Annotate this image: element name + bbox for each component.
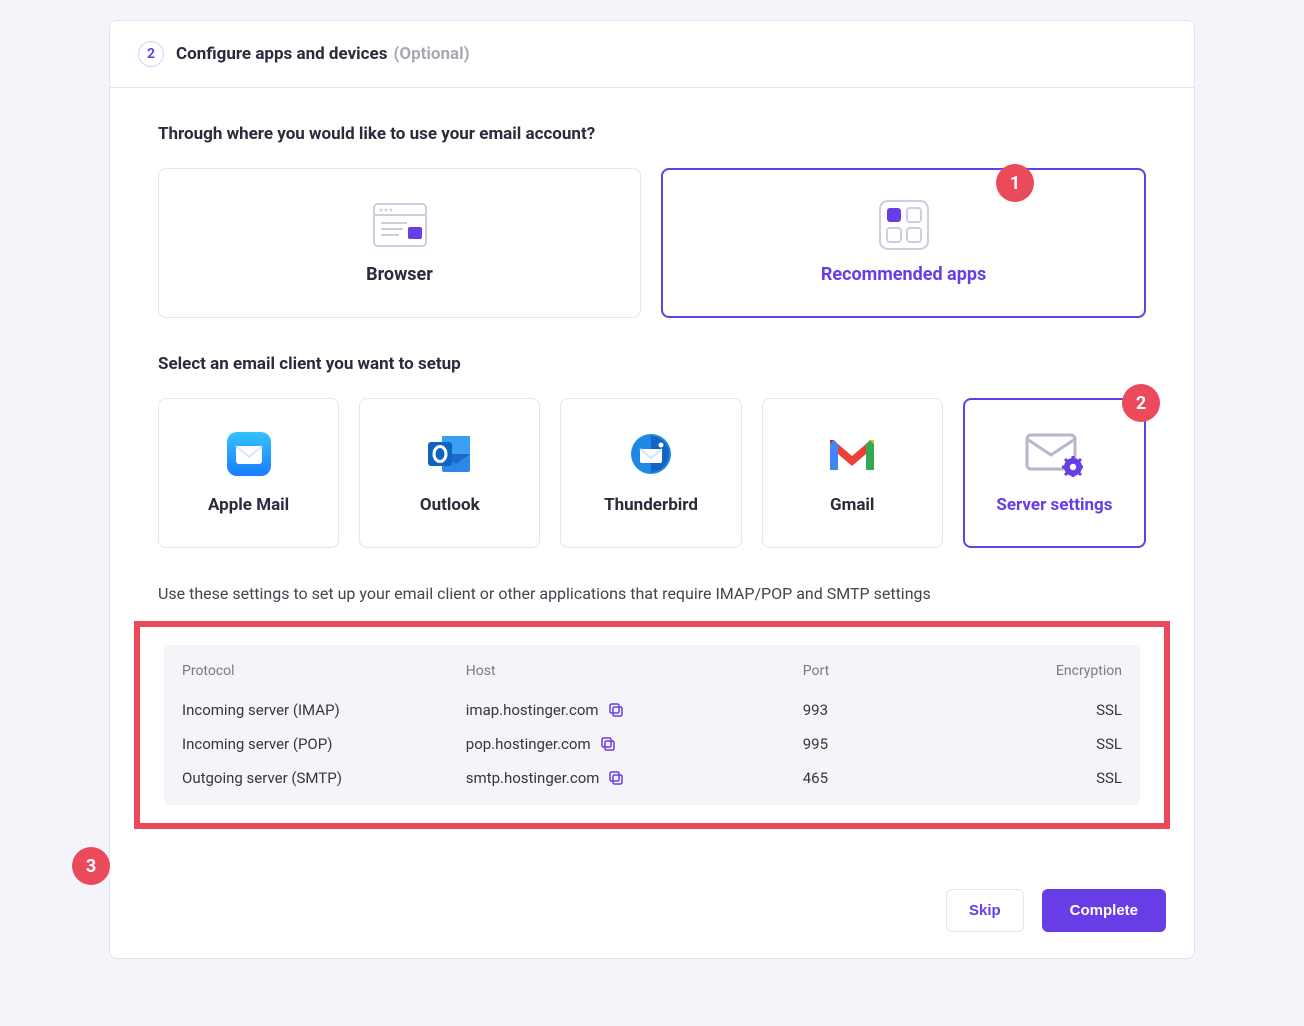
col-header-host: Host bbox=[466, 663, 803, 679]
client-choice-row: Apple Mail Outlook bbox=[158, 398, 1146, 548]
cell-protocol: Incoming server (POP) bbox=[182, 735, 466, 753]
usage-choice-row: Browser 1 Recommended apps bbox=[158, 168, 1146, 318]
cell-host: imap.hostinger.com bbox=[466, 701, 599, 719]
col-header-port: Port bbox=[803, 663, 945, 679]
choice-recommended-apps[interactable]: 1 Recommended apps bbox=[661, 168, 1146, 318]
client-apple-mail-label: Apple Mail bbox=[208, 495, 289, 515]
client-outlook[interactable]: Outlook bbox=[359, 398, 540, 548]
copy-host-button[interactable] bbox=[599, 735, 617, 753]
cell-port: 995 bbox=[803, 735, 945, 753]
col-header-protocol: Protocol bbox=[182, 663, 466, 679]
client-server-settings[interactable]: 2 bbox=[963, 398, 1146, 548]
copy-icon bbox=[599, 735, 617, 753]
usage-location-question: Through where you would like to use your… bbox=[158, 124, 1146, 144]
setup-step-card: 2 Configure apps and devices (Optional) … bbox=[109, 20, 1195, 959]
client-gmail-label: Gmail bbox=[830, 495, 874, 515]
choice-browser-label: Browser bbox=[366, 264, 433, 285]
cell-protocol: Incoming server (IMAP) bbox=[182, 701, 466, 719]
server-settings-table: Protocol Host Port Encryption Incoming s… bbox=[164, 645, 1140, 805]
cell-port: 465 bbox=[803, 769, 945, 787]
browser-window-icon bbox=[373, 202, 427, 248]
step-body: Through where you would like to use your… bbox=[110, 88, 1194, 857]
client-gmail[interactable]: Gmail bbox=[762, 398, 943, 548]
choice-browser[interactable]: Browser bbox=[158, 168, 641, 318]
client-outlook-label: Outlook bbox=[420, 495, 480, 515]
cell-encryption: SSL bbox=[945, 735, 1122, 753]
step-title: Configure apps and devices bbox=[176, 44, 387, 64]
step-optional-label: (Optional) bbox=[393, 44, 469, 64]
complete-button[interactable]: Complete bbox=[1042, 889, 1166, 932]
table-header-row: Protocol Host Port Encryption bbox=[182, 663, 1122, 679]
client-apple-mail[interactable]: Apple Mail bbox=[158, 398, 339, 548]
gmail-icon bbox=[826, 431, 878, 477]
client-select-question: Select an email client you want to setup bbox=[158, 354, 1146, 374]
table-row: Incoming server (IMAP) imap.hostinger.co… bbox=[182, 693, 1122, 727]
col-header-encryption: Encryption bbox=[945, 663, 1122, 679]
callout-badge-2: 2 bbox=[1122, 384, 1160, 422]
copy-host-button[interactable] bbox=[607, 701, 625, 719]
outlook-icon bbox=[426, 431, 474, 477]
choice-recommended-label: Recommended apps bbox=[821, 264, 986, 285]
step-footer: 3 Skip Complete bbox=[110, 867, 1194, 958]
thunderbird-icon bbox=[628, 431, 674, 477]
callout-badge-3: 3 bbox=[72, 847, 110, 885]
copy-icon bbox=[607, 769, 625, 787]
copy-host-button[interactable] bbox=[607, 769, 625, 787]
step-number-badge: 2 bbox=[138, 41, 164, 67]
table-row: Outgoing server (SMTP) smtp.hostinger.co… bbox=[182, 761, 1122, 795]
client-thunderbird-label: Thunderbird bbox=[604, 495, 698, 515]
cell-host: pop.hostinger.com bbox=[466, 735, 591, 753]
callout-badge-1: 1 bbox=[996, 164, 1034, 202]
step-header: 2 Configure apps and devices (Optional) bbox=[110, 21, 1194, 88]
server-settings-highlight: Protocol Host Port Encryption Incoming s… bbox=[134, 621, 1170, 829]
envelope-gear-icon bbox=[1025, 431, 1083, 477]
cell-encryption: SSL bbox=[945, 769, 1122, 787]
client-thunderbird[interactable]: Thunderbird bbox=[560, 398, 741, 548]
apple-mail-icon bbox=[227, 431, 271, 477]
settings-instructions: Use these settings to set up your email … bbox=[158, 584, 1146, 603]
client-server-settings-label: Server settings bbox=[996, 495, 1112, 515]
cell-encryption: SSL bbox=[945, 701, 1122, 719]
cell-port: 993 bbox=[803, 701, 945, 719]
skip-button[interactable]: Skip bbox=[946, 889, 1024, 932]
app-grid-icon bbox=[879, 202, 929, 248]
cell-host: smtp.hostinger.com bbox=[466, 769, 600, 787]
table-row: Incoming server (POP) pop.hostinger.com … bbox=[182, 727, 1122, 761]
copy-icon bbox=[607, 701, 625, 719]
cell-protocol: Outgoing server (SMTP) bbox=[182, 769, 466, 787]
